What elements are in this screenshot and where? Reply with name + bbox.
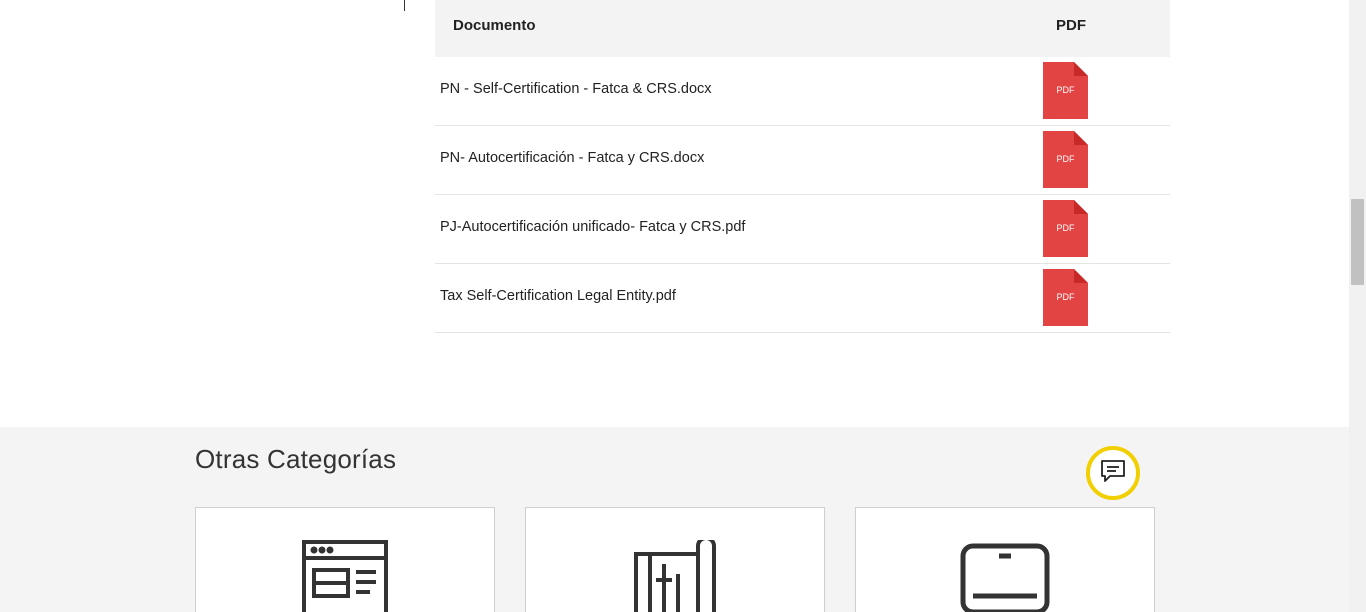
- chat-icon: [1099, 457, 1127, 490]
- vertical-scrollbar[interactable]: [1349, 0, 1366, 612]
- blueprint-scroll-icon: [632, 536, 718, 612]
- pdf-download-icon[interactable]: PDF: [1043, 62, 1088, 119]
- pdf-icon-label: PDF: [1056, 85, 1075, 95]
- pdf-icon-label: PDF: [1056, 154, 1075, 164]
- pdf-download-icon[interactable]: PDF: [1043, 269, 1088, 326]
- pdf-download-icon[interactable]: PDF: [1043, 200, 1088, 257]
- category-card[interactable]: [855, 507, 1155, 612]
- page-content: Documento PDF PN - Self-Certification - …: [0, 0, 1349, 612]
- table-header: Documento PDF: [435, 0, 1170, 57]
- scrollbar-thumb[interactable]: [1351, 199, 1364, 285]
- documents-table: Documento PDF PN - Self-Certification - …: [435, 0, 1170, 333]
- table-row: PN - Self-Certification - Fatca & CRS.do…: [435, 57, 1170, 126]
- document-name: PN - Self-Certification - Fatca & CRS.do…: [440, 81, 712, 97]
- column-header-pdf: PDF: [1056, 17, 1086, 34]
- category-card[interactable]: [195, 507, 495, 612]
- column-header-document: Documento: [453, 17, 536, 34]
- table-row: Tax Self-Certification Legal Entity.pdf …: [435, 264, 1170, 333]
- tablet-device-icon: [955, 538, 1055, 612]
- document-name: Tax Self-Certification Legal Entity.pdf: [440, 288, 676, 304]
- pdf-icon-label: PDF: [1056, 292, 1075, 302]
- pdf-download-icon[interactable]: PDF: [1043, 131, 1088, 188]
- document-name: PJ-Autocertificación unificado- Fatca y …: [440, 219, 746, 235]
- document-name: PN- Autocertificación - Fatca y CRS.docx: [440, 150, 705, 166]
- other-categories-section: Otras Categorías: [0, 427, 1349, 612]
- table-row: PJ-Autocertificación unificado- Fatca y …: [435, 195, 1170, 264]
- category-card[interactable]: [525, 507, 825, 612]
- chat-button[interactable]: [1086, 446, 1140, 500]
- pdf-icon-label: PDF: [1056, 223, 1075, 233]
- webpage-layout-icon: [302, 540, 388, 612]
- browser-viewport: Documento PDF PN - Self-Certification - …: [0, 0, 1366, 612]
- text-cursor: [404, 0, 405, 11]
- section-title: Otras Categorías: [195, 444, 397, 474]
- table-row: PN- Autocertificación - Fatca y CRS.docx…: [435, 126, 1170, 195]
